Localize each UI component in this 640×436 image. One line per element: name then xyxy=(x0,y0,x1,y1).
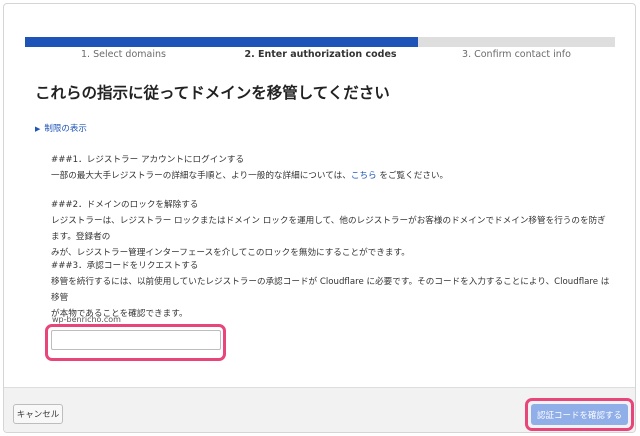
step-3-body-line-2: が本物であることを確認できます。 xyxy=(51,309,188,319)
dialog-footer: キャンセル 認証コードを確認する xyxy=(4,387,635,432)
step-2-heading: ###2．ドメインのロックを解除する xyxy=(51,200,199,210)
progress-segment-authorization-codes xyxy=(222,37,418,47)
progress-bar xyxy=(25,37,615,47)
cancel-button[interactable]: キャンセル xyxy=(13,404,63,424)
show-restrictions-toggle[interactable]: ▶ 制限の表示 xyxy=(35,122,87,134)
instruction-step-1: ###1．レジストラー アカウントにログインする 一部の最大大手レジストラーの詳… xyxy=(51,152,611,184)
step-3-body-line-1: 移管を続行するには、以前使用していたレジストラーの承認コードが Cloudfla… xyxy=(51,277,610,303)
instruction-step-2: ###2．ドメインのロックを解除する レジストラーは、レジストラー ロックまたは… xyxy=(51,197,611,261)
step-1-heading: ###1．レジストラー アカウントにログインする xyxy=(51,155,245,165)
page-title: これらの指示に従ってドメインを移管してください xyxy=(35,84,390,102)
show-restrictions-label: 制限の表示 xyxy=(44,124,87,134)
step-2-body-line-1: レジストラーは、レジストラー ロックまたはドメイン ロックを運用して、他のレジス… xyxy=(51,216,606,242)
transfer-dialog: 1. Select domains 2. Enter authorization… xyxy=(3,3,636,433)
step-enter-authorization-codes: 2. Enter authorization codes xyxy=(244,49,397,60)
triangle-right-icon: ▶ xyxy=(35,125,41,133)
auth-code-input[interactable] xyxy=(51,330,221,350)
progress-segment-contact-info xyxy=(418,37,615,47)
auth-code-highlight xyxy=(45,324,226,361)
step-confirm-contact-info: 3. Confirm contact info xyxy=(462,49,571,60)
step-select-domains: 1. Select domains xyxy=(81,49,166,60)
verify-auth-code-button[interactable]: 認証コードを確認する xyxy=(531,404,628,425)
details-link[interactable]: こちら xyxy=(351,171,377,181)
domain-label: wp-benricho.com xyxy=(52,315,121,324)
confirm-button-highlight: 認証コードを確認する xyxy=(525,398,634,431)
step-3-heading: ###3．承認コードをリクエストする xyxy=(51,261,199,271)
instruction-step-3: ###3．承認コードをリクエストする 移管を続行するには、以前使用していたレジス… xyxy=(51,258,611,322)
progress-segment-select-domains xyxy=(25,37,222,47)
step-1-body: 一部の最大大手レジストラーの詳細な手順と、より一般的な詳細については、こちら を… xyxy=(51,171,449,181)
